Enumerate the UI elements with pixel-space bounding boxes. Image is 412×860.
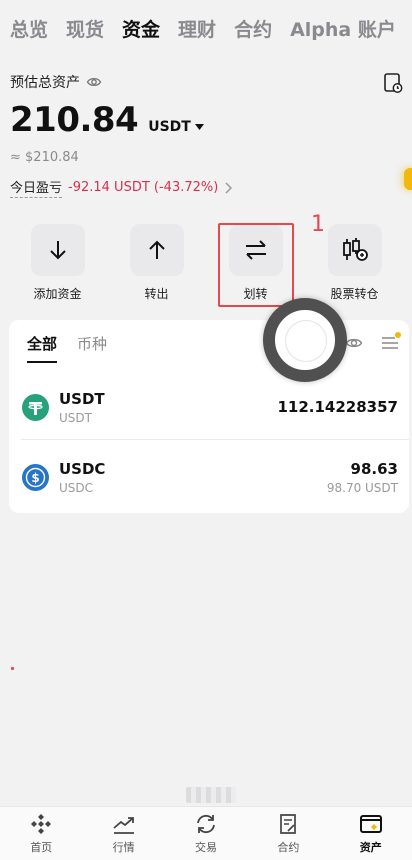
hide-small-balance-icon[interactable] [345, 334, 363, 352]
add-funds-button[interactable]: 添加资金 [18, 224, 98, 302]
trade-icon [194, 813, 218, 835]
notification-dot [395, 332, 401, 338]
nav-markets[interactable]: 行情 [89, 813, 159, 855]
transfer-highlight-box [218, 223, 294, 307]
pnl-value: -92.14 USDT (-43.72%) [68, 180, 219, 195]
estimated-assets-label-row: 预估总资产 [10, 72, 102, 92]
nav-assets-label: 资产 [359, 840, 382, 854]
balance-fiat-approx: ≈ $210.84 [10, 150, 79, 165]
asset-report-icon[interactable] [382, 72, 404, 94]
floating-assistive-button[interactable] [263, 298, 347, 382]
asset-name: USDT [59, 410, 92, 425]
tab-spot[interactable]: 现货 [66, 15, 104, 42]
chevron-right-icon [224, 181, 233, 194]
svg-text:$: $ [31, 471, 39, 485]
list-menu-icon[interactable] [381, 332, 401, 351]
asset-symbol: USDC [59, 459, 106, 478]
estimated-assets-label: 预估总资产 [10, 75, 80, 91]
nav-home[interactable]: 首页 [6, 813, 76, 855]
stock-transfer-button[interactable]: 股票转仓 [315, 224, 395, 302]
account-tabs: 总览 现货 资金 理财 合约 Alpha 账户 [0, 0, 412, 56]
asset-amount: 98.63 [350, 459, 398, 478]
arrow-down-icon [30, 224, 85, 276]
tab-alpha-account[interactable]: Alpha 账户 [290, 15, 396, 42]
stock-transfer-label: 股票转仓 [330, 287, 379, 301]
asset-view-tabs: 全部 币种 [27, 333, 107, 363]
annotation-marker: 1 [311, 212, 325, 237]
unit-selector[interactable]: USDT [148, 119, 204, 135]
assets-list-card: 全部 币种 USDT USDT 112.14228357 $ USDC USDC [9, 320, 409, 513]
asset-amount: 112.14228357 [277, 398, 398, 416]
stray-red-mark [11, 667, 14, 670]
wallet-icon [359, 813, 383, 835]
eye-icon[interactable] [86, 74, 102, 90]
asset-row-usdt[interactable]: USDT USDT 112.14228357 [9, 377, 409, 437]
arrow-up-icon [129, 224, 184, 276]
usdc-coin-icon: $ [9, 463, 49, 491]
markets-icon [112, 813, 136, 835]
tab-all[interactable]: 全部 [27, 333, 58, 363]
usdt-coin-icon [9, 393, 49, 421]
todays-pnl[interactable]: 今日盈亏 -92.14 USDT (-43.72%) [10, 177, 233, 198]
add-funds-label: 添加资金 [33, 287, 82, 301]
caret-down-icon [194, 124, 204, 130]
quick-actions: 添加资金 转出 划转 股票转仓 [0, 224, 412, 302]
nav-trade[interactable]: 交易 [171, 813, 241, 855]
nav-home-label: 首页 [30, 840, 53, 854]
stock-transfer-icon [327, 224, 382, 276]
bottom-navigation: 首页 行情 交易 合约 资产 [0, 806, 412, 860]
pnl-label: 今日盈亏 [10, 177, 63, 198]
nav-futures[interactable]: 合约 [253, 813, 323, 855]
asset-symbol: USDT [59, 389, 105, 408]
tab-futures[interactable]: 合约 [234, 15, 272, 42]
unit-label: USDT [148, 119, 191, 135]
blurred-home-indicator [186, 787, 236, 803]
asset-name: USDC [59, 480, 94, 495]
withdraw-button[interactable]: 转出 [117, 224, 197, 302]
nav-markets-label: 行情 [112, 840, 135, 854]
list-tools [345, 332, 401, 352]
total-balance: 210.84 [10, 100, 139, 140]
row-divider [21, 439, 409, 440]
withdraw-label: 转出 [144, 287, 169, 301]
nav-futures-label: 合约 [277, 840, 300, 854]
tab-funding[interactable]: 资金 [122, 15, 160, 42]
balance-row: 210.84 USDT [10, 100, 204, 140]
asset-usdt-value: 98.70 USDT [326, 480, 398, 495]
floating-promo-tab[interactable] [404, 168, 412, 190]
futures-icon [277, 813, 299, 835]
nav-assets[interactable]: 资产 [336, 813, 406, 855]
tab-earn[interactable]: 理财 [178, 15, 216, 42]
asset-row-usdc[interactable]: $ USDC USDC 98.63 98.70 USDT [9, 447, 409, 507]
tab-coins[interactable]: 币种 [77, 333, 107, 363]
home-icon [30, 813, 52, 835]
nav-trade-label: 交易 [194, 840, 217, 854]
tab-overview[interactable]: 总览 [10, 15, 48, 42]
